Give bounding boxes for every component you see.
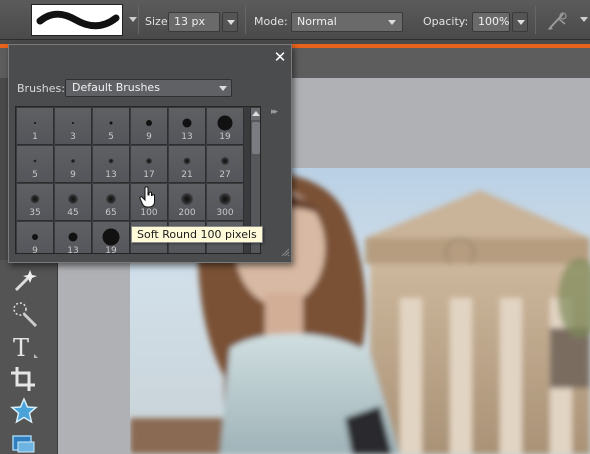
brush-tip-dot (71, 159, 75, 163)
brush-preset-cell[interactable]: 9 (131, 108, 168, 145)
svg-text:T: T (13, 334, 29, 362)
brush-size-label: 27 (219, 170, 231, 180)
brush-tip-dot (30, 194, 40, 204)
brush-tip-dot (182, 118, 192, 128)
brush-preset-cell[interactable]: 19 (93, 222, 130, 254)
opacity-field[interactable]: 100% (472, 12, 510, 32)
brush-preset-cell[interactable]: 27 (207, 146, 244, 183)
brush-tip-dot (181, 193, 193, 205)
brush-tooltip: Soft Round 100 pixels (131, 226, 263, 243)
brush-preset-cell[interactable]: 13 (169, 108, 206, 145)
brush-preset-cell[interactable]: 300 (207, 184, 244, 221)
brush-tip-dot (217, 115, 233, 131)
brush-preset-cell[interactable]: 45 (55, 184, 92, 221)
selection-brush-icon[interactable] (8, 298, 40, 328)
panel-menu-icon[interactable]: ▸▸ (271, 107, 278, 117)
custom-shape-star-icon[interactable] (8, 396, 40, 426)
brush-preset-cell[interactable]: 1 (17, 108, 54, 145)
toolbar-divider (138, 6, 139, 34)
brush-size-label: 9 (70, 170, 76, 180)
brush-size-label: 13 (105, 170, 117, 180)
tablet-settings-chevron-down-icon[interactable] (580, 17, 588, 22)
brush-preset-cell[interactable]: 3 (55, 108, 92, 145)
brush-tip-dot (219, 193, 231, 205)
brush-stroke-preview-icon (36, 10, 120, 30)
hand-pointer-cursor-icon (139, 186, 155, 208)
brush-tip-dot (102, 228, 120, 246)
brush-size-label: 19 (105, 246, 117, 254)
brush-preset-cell[interactable]: 5 (93, 108, 130, 145)
resize-grip-icon[interactable] (280, 247, 290, 257)
brush-size-label: 65 (105, 208, 117, 218)
size-field[interactable]: 13 px (168, 12, 220, 32)
brush-size-label: 17 (143, 170, 155, 180)
scroll-thumb[interactable] (252, 122, 260, 154)
brush-preset-cell[interactable]: 65 (93, 184, 130, 221)
scroll-up-icon[interactable] (251, 108, 260, 120)
toolbar-divider (245, 6, 246, 34)
size-slider-button[interactable] (222, 12, 238, 32)
brush-tip-dot (146, 120, 152, 126)
tablet-pen-icon[interactable] (545, 10, 569, 32)
brush-tip-dot (68, 194, 78, 204)
brush-tip-dot (72, 122, 74, 124)
brush-preview-button[interactable] (31, 4, 123, 36)
brush-tip-dot (109, 121, 113, 125)
opacity-slider-button[interactable] (512, 12, 528, 32)
brush-size-label: 1 (32, 132, 38, 142)
brush-preset-cell[interactable]: 5 (17, 146, 54, 183)
brush-size-label: 200 (178, 208, 196, 218)
brush-preset-cell[interactable]: 17 (131, 146, 168, 183)
cookie-cutter-icon[interactable] (8, 428, 40, 454)
brush-tip-dot (146, 158, 152, 164)
crop-tool-icon[interactable] (8, 364, 40, 394)
brush-size-label: 5 (108, 132, 114, 142)
brush-preset-cell[interactable]: 13 (55, 222, 92, 254)
brush-preset-chevron-down-icon[interactable] (129, 17, 137, 22)
brush-size-label: 5 (32, 170, 38, 180)
brushes-label: Brushes: (17, 82, 65, 95)
tools-panel: T (0, 260, 58, 454)
brush-preset-cell[interactable]: 9 (55, 146, 92, 183)
brush-size-label: 9 (32, 246, 38, 254)
type-tool-icon[interactable]: T (8, 332, 40, 362)
chevron-down-icon (219, 86, 227, 91)
brush-preset-cell[interactable]: 200 (169, 184, 206, 221)
mode-select[interactable]: Normal (291, 12, 403, 32)
photoshop-elements-window: Size: 13 px Mode: Normal Opacity: 100% T… (0, 0, 590, 454)
toolbar-divider (535, 6, 536, 34)
opacity-label: Opacity: (423, 15, 469, 28)
brush-tip-dot (68, 232, 78, 242)
brush-tip-dot (33, 159, 37, 163)
brush-size-label: 13 (67, 246, 79, 254)
close-icon[interactable]: ✕ (273, 50, 287, 65)
brush-tip-dot (108, 158, 114, 164)
magic-wand-icon[interactable] (8, 266, 40, 296)
brush-size-label: 19 (219, 132, 231, 142)
brush-tip-dot (183, 157, 191, 165)
brush-size-label: 3 (70, 132, 76, 142)
tool-options-bar: Size: 13 px Mode: Normal Opacity: 100% (0, 0, 590, 40)
brush-size-label: 35 (29, 208, 41, 218)
brush-size-label: 300 (216, 208, 234, 218)
brush-tip-dot (32, 234, 38, 240)
brush-library-value: Default Brushes (72, 81, 160, 94)
brush-preset-cell[interactable]: 35 (17, 184, 54, 221)
brush-size-label: 100 (140, 208, 158, 218)
brush-size-label: 9 (146, 132, 152, 142)
brush-library-select[interactable]: Default Brushes (65, 79, 232, 97)
mode-select-value: Normal (297, 15, 337, 28)
mode-label: Mode: (254, 15, 288, 28)
brush-preset-cell[interactable]: 9 (17, 222, 54, 254)
brush-size-label: 13 (181, 132, 193, 142)
brush-tip-dot (221, 157, 229, 165)
brush-tip-dot (34, 122, 36, 124)
brush-tip-dot (106, 194, 116, 204)
brush-size-label: 21 (181, 170, 193, 180)
brush-preset-cell[interactable]: 19 (207, 108, 244, 145)
brush-size-label: 45 (67, 208, 79, 218)
brush-preset-cell[interactable]: 21 (169, 146, 206, 183)
chevron-down-icon (388, 20, 396, 25)
brush-preset-cell[interactable]: 13 (93, 146, 130, 183)
